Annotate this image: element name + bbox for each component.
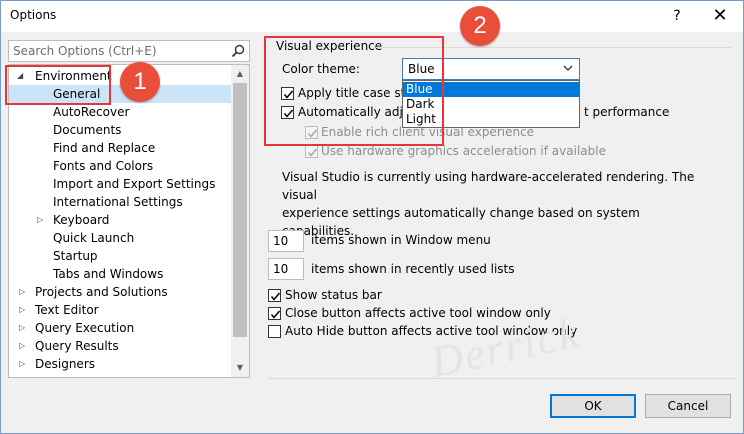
expand-arrow-icon[interactable]: ▷: [19, 337, 29, 355]
check-icon: [270, 292, 281, 301]
cancel-button[interactable]: Cancel: [645, 394, 731, 418]
tree-item-designers[interactable]: Designers: [35, 355, 95, 373]
tree-item-international[interactable]: International Settings: [53, 193, 183, 211]
window-title: Options: [10, 8, 57, 22]
chevron-down-icon[interactable]: [561, 61, 575, 75]
close-button-checkbox[interactable]: [268, 307, 281, 320]
window-menu-count-input[interactable]: 10: [268, 230, 304, 252]
tree-item-find-and-replace[interactable]: Find and Replace: [53, 139, 155, 157]
options-tree[interactable]: ◢ Environment General AutoRecover Docume…: [8, 64, 250, 378]
tree-item-quick-launch[interactable]: Quick Launch: [53, 229, 134, 247]
rendering-info-text: Visual Studio is currently using hardwar…: [282, 168, 702, 240]
tree-item-text-editor[interactable]: Text Editor: [35, 301, 99, 319]
expand-arrow-icon[interactable]: ▷: [37, 211, 47, 229]
step-badge-2: 2: [460, 6, 500, 46]
close-button-label: Close button affects active tool window …: [285, 306, 551, 320]
search-box[interactable]: [8, 40, 250, 62]
tree-item-query-results[interactable]: Query Results: [35, 337, 119, 355]
tree-item-autorecover[interactable]: AutoRecover: [53, 103, 129, 121]
tree-item-fonts-and-colors[interactable]: Fonts and Colors: [53, 157, 153, 175]
search-icon[interactable]: [231, 44, 245, 58]
title-bar: [0, 0, 744, 32]
step-badge-1: 1: [120, 62, 160, 102]
check-icon: [307, 148, 318, 157]
ok-button[interactable]: OK: [550, 394, 636, 418]
scroll-down-icon[interactable]: ▼: [231, 359, 249, 377]
callout-box-1: [5, 65, 111, 105]
tree-item-import-export[interactable]: Import and Export Settings: [53, 175, 215, 193]
check-icon: [270, 310, 281, 319]
tree-item-keyboard[interactable]: Keyboard: [53, 211, 109, 229]
rendering-info-line: Visual Studio is currently using hardwar…: [282, 170, 695, 202]
auto-hide-checkbox[interactable]: [268, 325, 281, 338]
tree-item-query-execution[interactable]: Query Execution: [35, 319, 134, 337]
expand-arrow-icon[interactable]: ▷: [19, 319, 29, 337]
expand-arrow-icon[interactable]: ▷: [19, 301, 29, 319]
tree-item-documents[interactable]: Documents: [53, 121, 121, 139]
show-status-bar-checkbox[interactable]: [268, 289, 281, 302]
show-status-bar-label: Show status bar: [285, 288, 382, 302]
tree-item-projects-solutions[interactable]: Projects and Solutions: [35, 283, 168, 301]
tree-item-tabs-and-windows[interactable]: Tabs and Windows: [53, 265, 163, 283]
recent-lists-count-label: items shown in recently used lists: [311, 262, 515, 276]
scroll-thumb[interactable]: [233, 83, 247, 337]
hw-accel-label: Use hardware graphics acceleration if av…: [321, 144, 606, 158]
close-icon[interactable]: ✕: [704, 4, 736, 28]
auto-adjust-label-tail: t performance: [584, 105, 670, 119]
footer-divider: [268, 378, 736, 379]
hw-accel-checkbox: [305, 145, 318, 158]
expand-arrow-icon[interactable]: ▷: [19, 283, 29, 301]
recent-lists-count-input[interactable]: 10: [268, 258, 304, 280]
scroll-up-icon[interactable]: ▲: [231, 65, 249, 83]
tree-scrollbar[interactable]: ▲ ▼: [231, 65, 249, 377]
expand-arrow-icon[interactable]: ▷: [19, 355, 29, 373]
window-menu-count-label: items shown in Window menu: [311, 233, 491, 247]
search-input[interactable]: [13, 43, 223, 59]
help-button[interactable]: ?: [662, 4, 692, 28]
tree-item-startup[interactable]: Startup: [53, 247, 98, 265]
callout-box-2: [264, 36, 444, 146]
